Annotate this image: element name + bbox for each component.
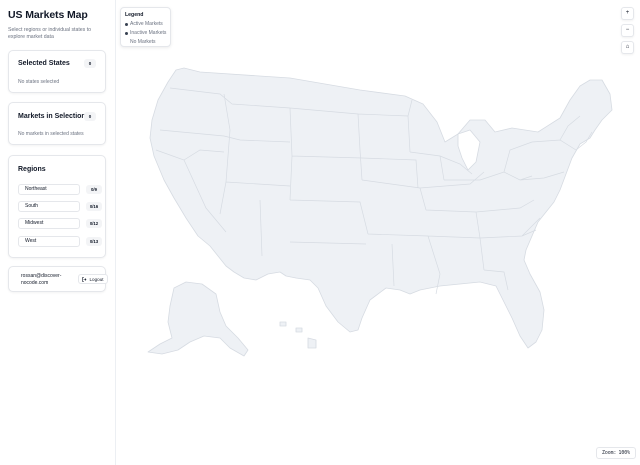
legend-label-inactive: Inactive Markets: [130, 30, 167, 36]
region-count-midwest: 0/12: [86, 219, 102, 228]
region-count-northeast: 0/9: [86, 185, 102, 194]
regions-card: Regions Northeast 0/9 South 0/16 Midwest…: [8, 155, 106, 258]
sidebar: US Markets Map Select regions or individ…: [0, 0, 116, 465]
inactive-markets-dot-icon: [125, 31, 128, 35]
legend-label-active: Active Markets: [130, 21, 163, 27]
region-row-south: South 0/16: [18, 201, 102, 212]
logout-label: Logout: [89, 276, 104, 282]
legend-title: Legend: [125, 12, 144, 18]
region-button-midwest[interactable]: Midwest: [18, 218, 80, 229]
regions-title: Regions: [18, 166, 46, 173]
user-card: rossan@discover-nocode.com Logout: [8, 266, 108, 292]
legend-item-active: Active Markets: [125, 21, 163, 27]
markets-title: Markets in Selection: [18, 113, 86, 120]
logout-icon: [82, 276, 87, 282]
region-count-south: 0/16: [86, 202, 102, 211]
zoom-label: Zoom:: [601, 450, 617, 456]
region-button-northeast[interactable]: Northeast: [18, 184, 80, 195]
markets-empty: No markets in selected states: [18, 131, 84, 137]
region-row-midwest: Midwest 0/12: [18, 218, 102, 229]
hawaii-state[interactable]: [279, 321, 317, 349]
alaska-state[interactable]: [147, 281, 249, 357]
page-title: US Markets Map: [8, 9, 88, 21]
us-map[interactable]: [140, 60, 620, 365]
contiguous-us-outline[interactable]: [149, 67, 613, 349]
legend-label-none: No Markets: [130, 39, 156, 45]
region-row-west: West 0/13: [18, 236, 102, 247]
no-markets-dot-icon: [125, 41, 128, 44]
region-button-south[interactable]: South: [18, 201, 80, 212]
zoom-value: 100%: [618, 450, 630, 456]
page-subtitle: Select regions or individual states to e…: [8, 27, 92, 40]
region-button-west[interactable]: West: [18, 236, 80, 247]
markets-count: 0: [84, 112, 96, 121]
zoom-indicator: Zoom: 100%: [596, 447, 636, 459]
legend-item-inactive: Inactive Markets: [125, 30, 166, 36]
selected-states-count: 0: [84, 59, 96, 68]
user-email: rossan@discover-nocode.com: [21, 273, 62, 286]
selected-states-title: Selected States: [18, 60, 70, 67]
region-row-northeast: Northeast 0/9: [18, 184, 102, 195]
active-markets-dot-icon: [125, 22, 128, 26]
selected-states-card: Selected States 0 No states selected: [8, 50, 106, 93]
zoom-out-button[interactable]: −: [621, 24, 634, 37]
logout-button[interactable]: Logout: [78, 274, 108, 284]
markets-card: Markets in Selection 0 No markets in sel…: [8, 102, 106, 145]
map-legend: Legend Active Markets Inactive Markets N…: [120, 7, 171, 47]
reset-view-button[interactable]: ⌂: [621, 41, 634, 54]
selected-states-empty: No states selected: [18, 79, 60, 85]
zoom-in-button[interactable]: +: [621, 7, 634, 20]
region-count-west: 0/13: [86, 237, 102, 246]
legend-item-none: No Markets: [125, 39, 156, 45]
